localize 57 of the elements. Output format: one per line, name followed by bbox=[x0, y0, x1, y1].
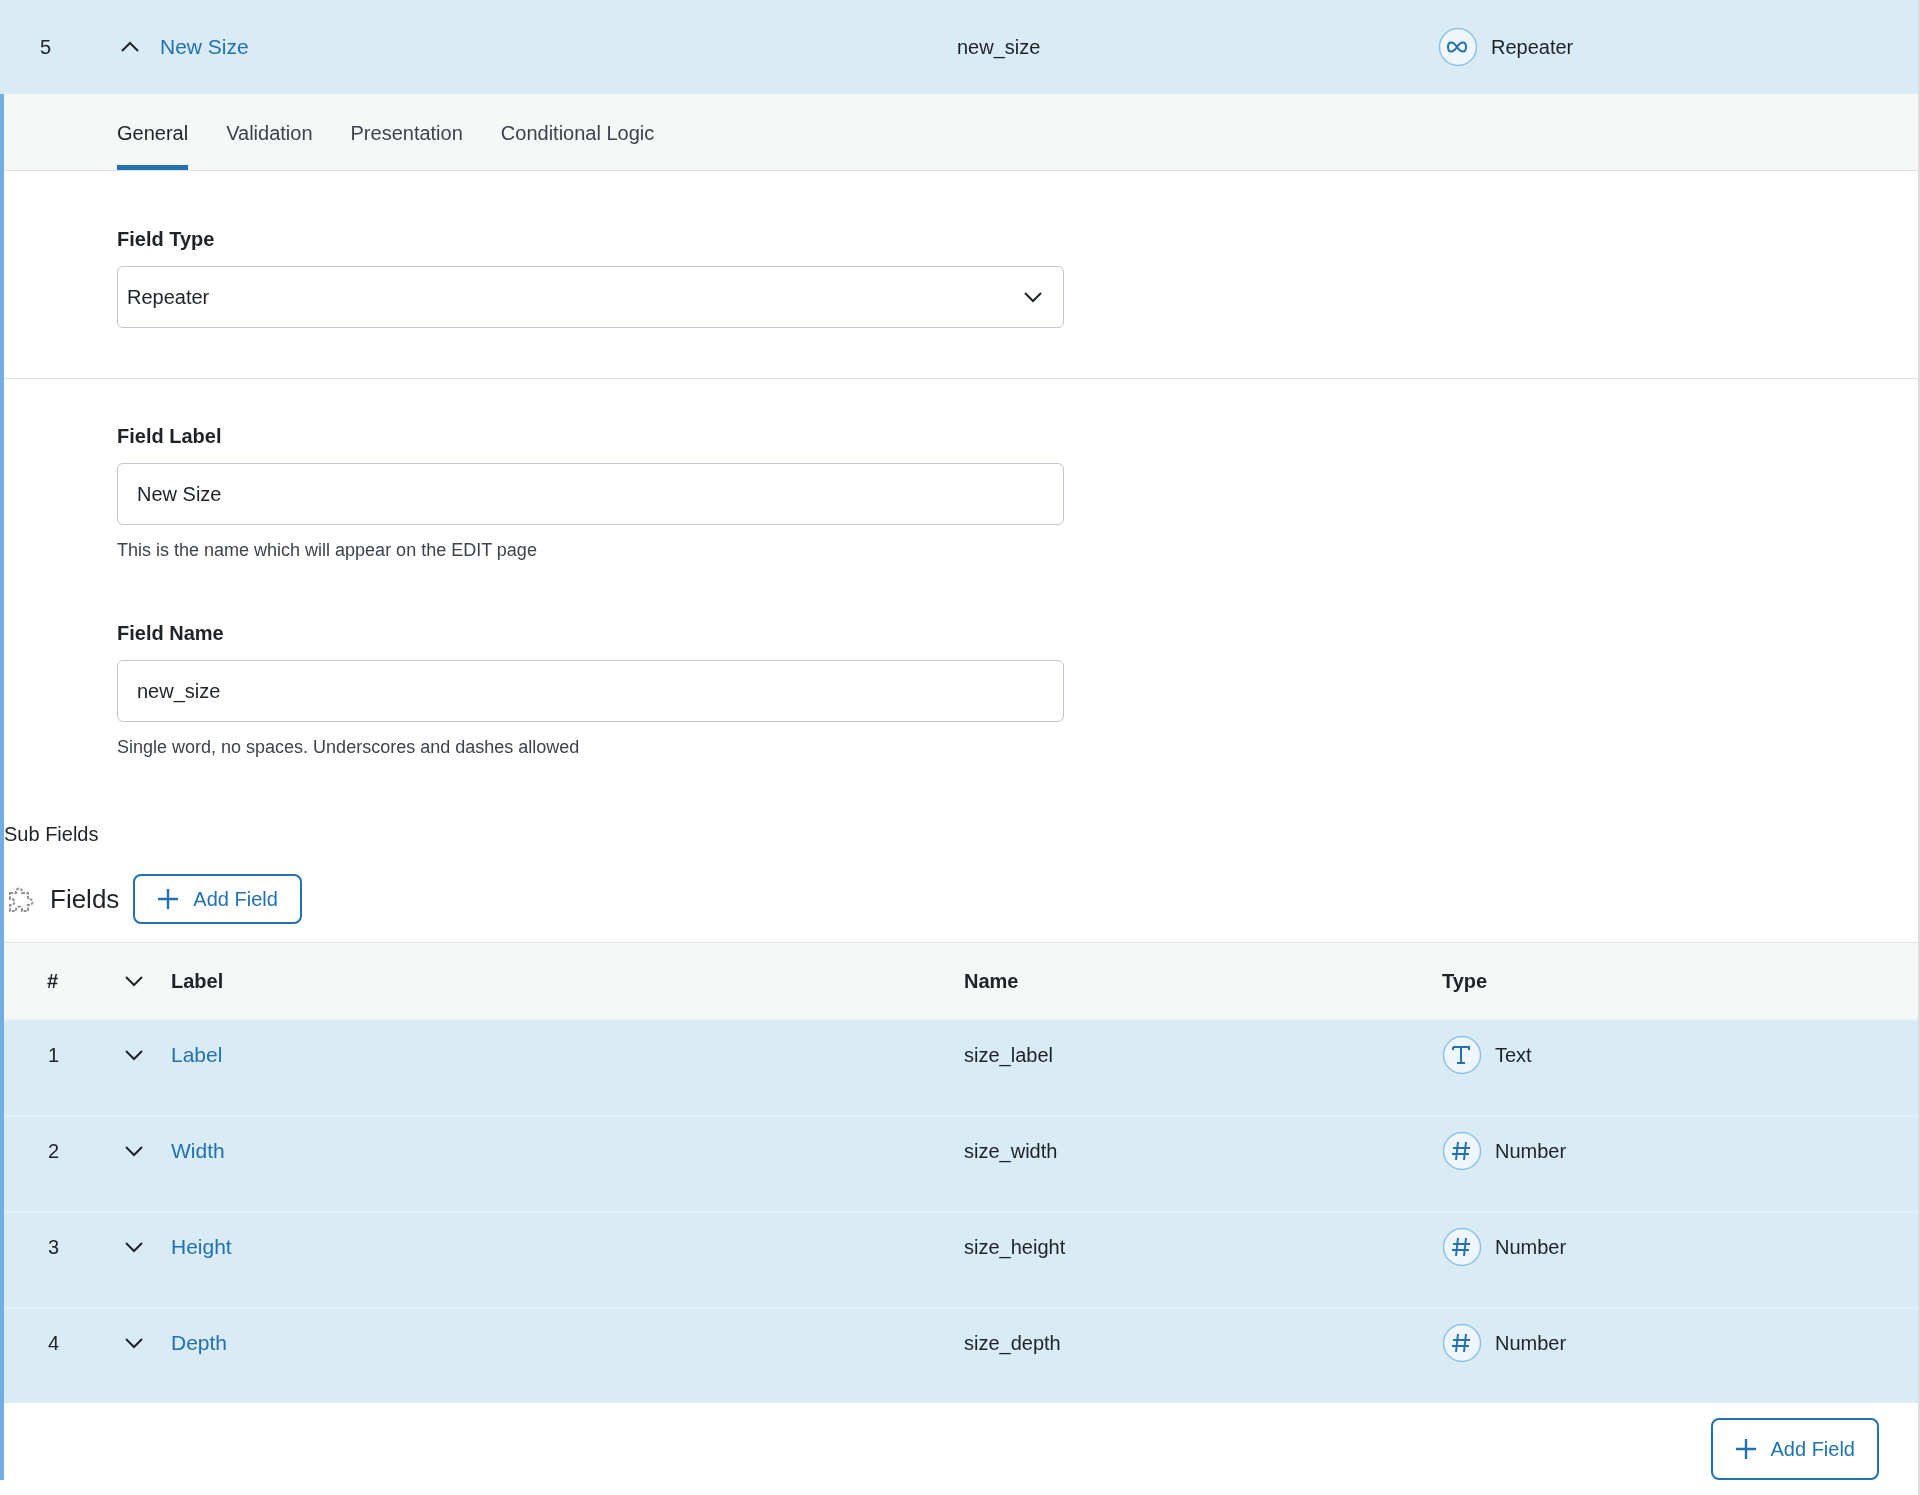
fields-heading: Fields bbox=[50, 882, 120, 916]
chevron-down-icon[interactable] bbox=[124, 1145, 144, 1157]
chevron-down-icon[interactable] bbox=[124, 1049, 144, 1061]
chevron-up-icon[interactable] bbox=[120, 41, 140, 53]
table-cell-text: size_depth bbox=[964, 1331, 1061, 1357]
column-header: Type bbox=[1442, 969, 1489, 994]
add-field-button[interactable]: Add Field bbox=[133, 874, 302, 924]
column-header: Name bbox=[964, 969, 1020, 994]
table-cell-text: 1 bbox=[47, 1043, 61, 1068]
table-row[interactable]: 1 Label size_label Text bbox=[4, 1019, 1918, 1115]
chevron-down-icon[interactable] bbox=[124, 1337, 144, 1349]
field-type-label: Field Type bbox=[117, 227, 216, 252]
table-cell-text: size_width bbox=[964, 1139, 1058, 1165]
chevron-down-icon[interactable] bbox=[124, 975, 144, 987]
plus-icon bbox=[1734, 1438, 1757, 1460]
table-cell-text: Text bbox=[1495, 1043, 1532, 1068]
table-row[interactable]: 4 Depth size_depth Number bbox=[4, 1307, 1918, 1403]
column-header: # bbox=[46, 969, 59, 994]
hash-icon bbox=[1442, 1323, 1482, 1363]
infinity-icon bbox=[1438, 27, 1478, 67]
field-label-link[interactable]: Depth bbox=[171, 1327, 228, 1359]
help-text: This is the name which will appear on the EDIT page bbox=[117, 539, 538, 562]
chevron-down-icon[interactable] bbox=[124, 1241, 144, 1253]
field-label-link[interactable]: Label bbox=[171, 1039, 223, 1071]
field-label-label: Field Label bbox=[117, 424, 223, 449]
tab[interactable]: Presentation bbox=[350, 94, 463, 170]
sub-fields-title: Sub Fields bbox=[4, 822, 99, 847]
tab[interactable]: Validation bbox=[226, 94, 313, 170]
field-name-label: Field Name bbox=[117, 621, 225, 646]
table-cell-text: size_height bbox=[964, 1235, 1066, 1261]
chevron-down-icon[interactable] bbox=[1023, 291, 1043, 303]
row-number: 5 bbox=[39, 35, 53, 60]
field-type-text: Repeater bbox=[1491, 35, 1574, 60]
table-cell-text: 3 bbox=[47, 1235, 61, 1260]
field-label-link[interactable]: Width bbox=[171, 1135, 225, 1167]
table-cell-text: Number bbox=[1495, 1235, 1567, 1260]
table-cell-text: 2 bbox=[47, 1139, 61, 1164]
table-cell-text: 4 bbox=[47, 1331, 61, 1356]
field-type-select[interactable]: Repeater bbox=[117, 266, 1064, 328]
table-row[interactable]: 3 Height size_height Number bbox=[4, 1211, 1918, 1307]
hash-icon bbox=[1442, 1227, 1482, 1267]
field-name-text: new_size bbox=[957, 35, 1042, 61]
table-row[interactable]: 2 Width size_width Number bbox=[4, 1115, 1918, 1211]
field-label-input[interactable]: New Size bbox=[117, 463, 1064, 525]
table-cell-text: size_label bbox=[964, 1043, 1053, 1069]
tab[interactable]: Conditional Logic bbox=[500, 94, 655, 170]
field-name-input[interactable]: new_size bbox=[117, 660, 1064, 722]
add-field-button[interactable]: Add Field bbox=[1710, 1418, 1879, 1480]
table-cell-text: Number bbox=[1495, 1139, 1567, 1164]
table-cell-text: Number bbox=[1495, 1331, 1567, 1356]
letter-t-icon bbox=[1442, 1035, 1482, 1075]
hash-icon bbox=[1442, 1131, 1482, 1171]
field-label-link[interactable]: Height bbox=[171, 1231, 232, 1263]
column-header: Label bbox=[171, 969, 225, 994]
tab[interactable]: General bbox=[117, 94, 189, 170]
plus-icon bbox=[157, 888, 180, 910]
help-text: Single word, no spaces. Underscores and dashes allowed bbox=[117, 736, 581, 759]
